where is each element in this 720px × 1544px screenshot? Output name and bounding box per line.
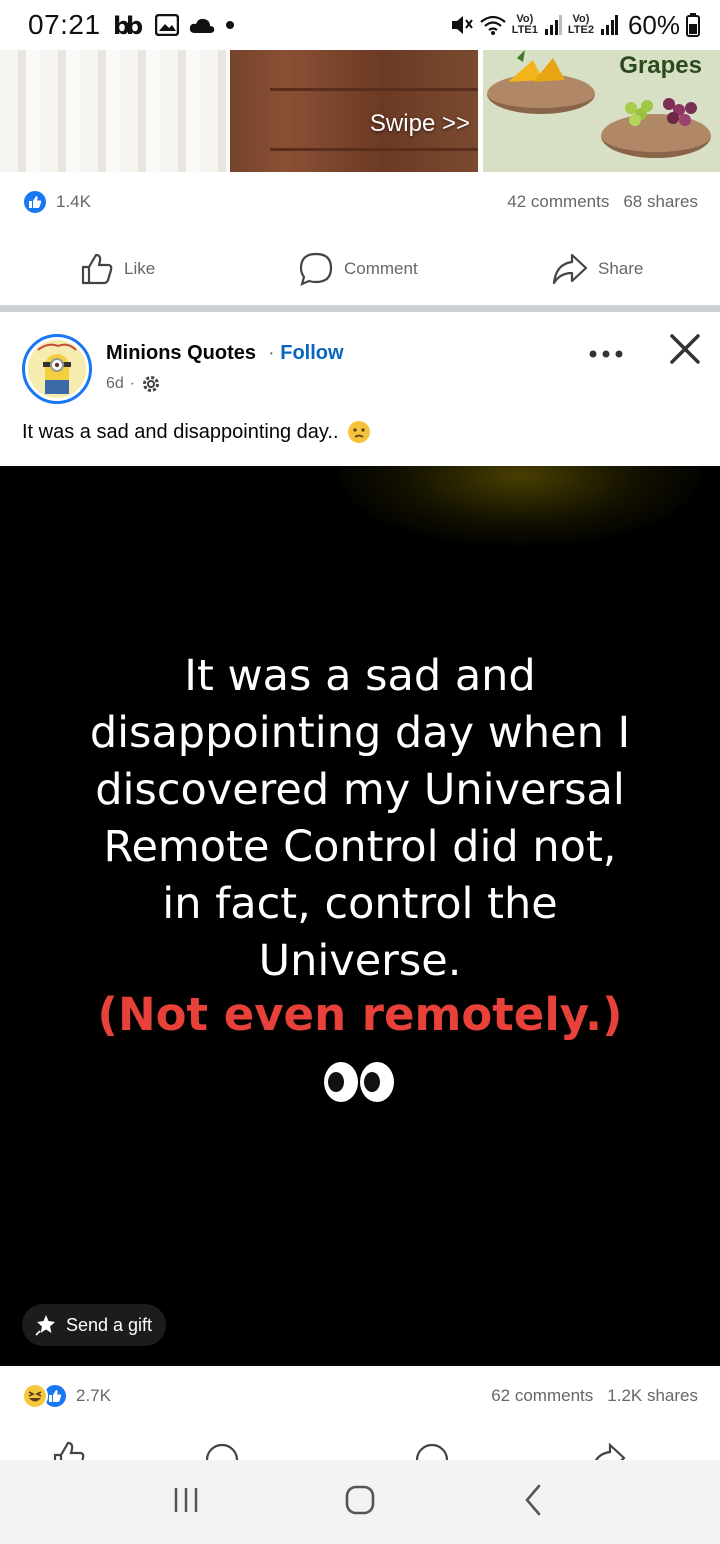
cloud-icon	[189, 18, 214, 33]
system-nav-bar	[0, 1460, 720, 1544]
send-gift-label: Send a gift	[66, 1314, 153, 1335]
settings-icon	[143, 376, 160, 392]
close-icon	[670, 334, 700, 364]
lte2-indicator: Vo) LTE2	[567, 13, 594, 36]
follow-wrap: · Follow	[268, 342, 344, 365]
comments-count[interactable]: 42 comments	[507, 192, 609, 212]
meta-separator: ·	[129, 375, 136, 392]
haha-reaction-icon	[22, 1383, 48, 1409]
gallery-icon	[154, 14, 179, 36]
comment-label: Comment	[344, 259, 418, 278]
share-icon[interactable]	[590, 1442, 626, 1460]
status-notification-icons: bb	[113, 12, 235, 38]
recent-apps-icon	[174, 1487, 198, 1512]
bb-app-icon: bb	[113, 12, 143, 38]
battery-icon	[686, 13, 700, 37]
swipe-hint: Swipe >>	[369, 110, 470, 137]
comment-icon[interactable]	[204, 1442, 240, 1460]
mute-icon	[451, 16, 473, 34]
comment-icon	[299, 252, 333, 286]
more-icon	[589, 350, 623, 358]
shares-count[interactable]: 68 shares	[623, 192, 698, 212]
quote-line: Remote Control did not,	[103, 822, 617, 872]
back-icon	[525, 1484, 541, 1515]
like-reaction-icon	[22, 189, 48, 215]
status-time: 07:21	[28, 9, 101, 40]
eye-icon	[360, 1062, 394, 1102]
quote-line: Universe.	[258, 936, 462, 986]
send-gift-button[interactable]: Send a gift	[22, 1304, 167, 1346]
comment-button[interactable]: Comment	[298, 251, 418, 287]
quote-line: discovered my Universal	[95, 765, 625, 815]
carousel-image-2[interactable]: Grapes	[478, 50, 720, 172]
status-bar: 07:21 bb Vo) LTE1 Vo) LTE2 60%	[0, 0, 720, 50]
post-actions-partial	[0, 1440, 720, 1460]
prev-post-carousel[interactable]: Swipe >> Grapes	[0, 50, 720, 172]
page-name[interactable]: Minions Quotes	[106, 342, 256, 365]
image-glow	[340, 466, 700, 546]
like-icon[interactable]	[52, 1440, 86, 1460]
recent-apps-button[interactable]	[171, 1485, 201, 1520]
follow-button[interactable]: Follow	[280, 342, 343, 364]
curtain-image	[0, 50, 230, 172]
dot-icon	[225, 21, 234, 29]
send-icon[interactable]	[414, 1442, 450, 1460]
frowning-face-icon	[347, 421, 370, 443]
post-image[interactable]: It was a sad and disappointing day when …	[0, 466, 720, 1366]
reaction-count[interactable]: 2.7K	[76, 1386, 111, 1406]
reaction-count[interactable]: 1.4K	[56, 192, 91, 212]
post-header: Minions Quotes · Follow 6d ·	[0, 312, 720, 412]
punchline-text: (Not even remotely.)	[97, 988, 623, 1041]
page-avatar[interactable]	[22, 334, 92, 404]
home-icon	[345, 1485, 375, 1514]
post-time[interactable]: 6d	[106, 375, 124, 393]
more-options-button[interactable]	[588, 334, 624, 366]
share-label: Share	[598, 259, 644, 278]
signal-1-icon	[544, 15, 562, 35]
gift-icon	[35, 1315, 55, 1336]
back-button[interactable]	[519, 1483, 549, 1522]
hide-post-button[interactable]	[666, 330, 704, 368]
lte1-indicator: Vo) LTE1	[511, 13, 538, 36]
name-separator: ·	[268, 342, 275, 364]
carousel-image-1[interactable]: Swipe >>	[0, 50, 478, 172]
caption-text: It was a sad and disappointing day..	[22, 420, 339, 443]
wifi-icon	[480, 15, 506, 35]
like-icon	[81, 253, 113, 285]
like-button[interactable]: Like	[80, 252, 155, 286]
eye-icon	[324, 1062, 358, 1102]
quote-line: It was a sad and	[184, 651, 536, 701]
quote-text: It was a sad and disappointing day when …	[40, 648, 680, 990]
grapes-label: Grapes	[619, 52, 702, 79]
post-caption: It was a sad and disappointing day..	[22, 420, 371, 444]
eyes-emoji	[324, 1062, 394, 1102]
share-icon	[552, 253, 588, 285]
home-button[interactable]	[343, 1483, 377, 1522]
drawer-edge	[270, 88, 478, 91]
comments-count[interactable]: 62 comments	[491, 1386, 593, 1406]
shares-count[interactable]: 1.2K shares	[607, 1386, 698, 1406]
post-divider	[0, 305, 720, 312]
quote-line: disappointing day when I	[89, 708, 631, 758]
prev-post-actions: Like Comment Share	[0, 234, 720, 304]
signal-2-icon	[600, 15, 618, 35]
pineapple-icon	[508, 50, 565, 82]
status-right: Vo) LTE1 Vo) LTE2 60%	[450, 10, 700, 41]
quote-line: in fact, control the	[162, 879, 558, 929]
post-reactions: 2.7K 62 comments 1.2K shares	[0, 1368, 720, 1424]
battery-percent: 60%	[627, 9, 680, 40]
post-meta: 6d ·	[106, 374, 161, 394]
like-label: Like	[124, 259, 156, 278]
prev-post-reactions: 1.4K 42 comments 68 shares	[0, 174, 720, 230]
grapes-icon	[625, 98, 697, 126]
drawer-edge	[270, 148, 478, 151]
svg-text:b: b	[126, 12, 143, 38]
minion-avatar-image	[28, 340, 86, 398]
share-button[interactable]: Share	[552, 252, 643, 286]
